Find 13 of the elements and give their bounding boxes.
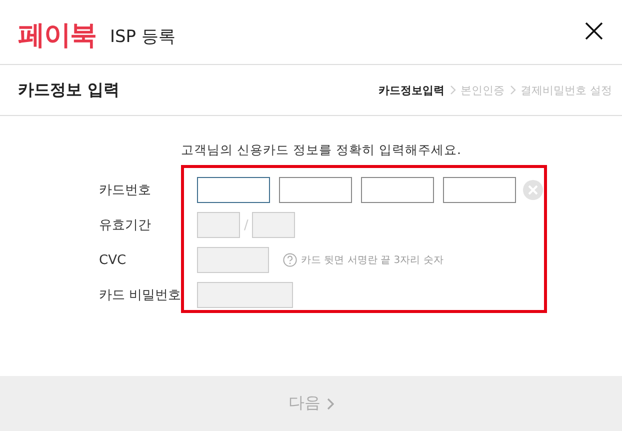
field-label: 카드 비밀번호	[98, 287, 182, 304]
instruction-text: 고객님의 신용카드 정보를 정확히 입력해주세요.	[181, 142, 461, 159]
field-label: 유효기간	[98, 217, 152, 234]
step-label: 결제비밀번호 설정	[520, 82, 612, 98]
field-label: 카드번호	[98, 182, 152, 199]
step-label: 본인인증	[460, 82, 504, 98]
field-label: CVC	[98, 252, 128, 268]
section-title: 카드정보 입력	[18, 80, 120, 100]
logo: 페이북	[18, 19, 96, 53]
window-title: ISP 등록	[110, 26, 176, 48]
hint-text: 카드 뒷면 서명란 끝 3자리 숫자	[301, 254, 444, 267]
separator-text: /	[244, 218, 248, 232]
step-label: 카드정보입력	[378, 82, 444, 98]
